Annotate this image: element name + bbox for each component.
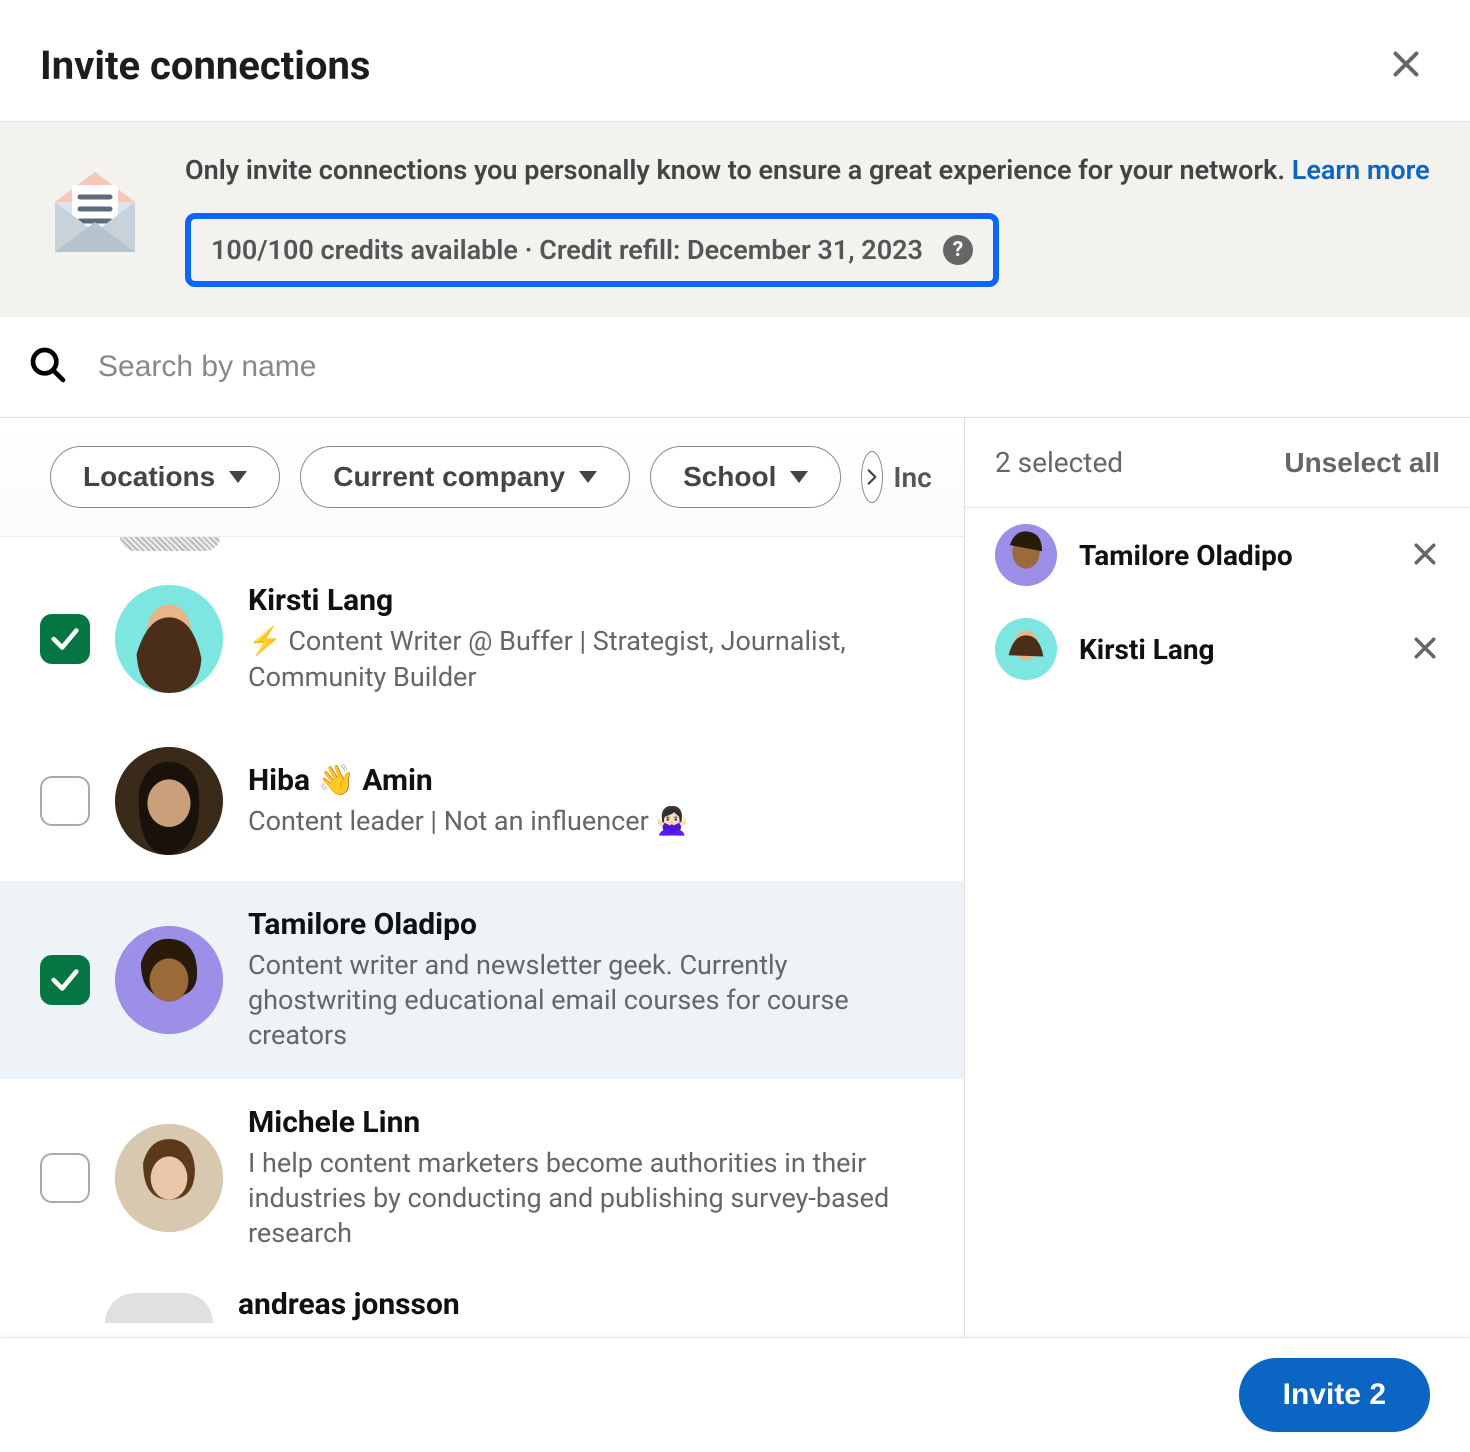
- connections-list[interactable]: Kirsti Lang ⚡ Content Writer @ Buffer | …: [0, 537, 964, 1337]
- filter-label: Locations: [83, 461, 215, 493]
- checkbox[interactable]: [40, 776, 90, 826]
- selected-item: Tamilore Oladipo: [965, 508, 1470, 602]
- search-icon: [28, 345, 68, 389]
- item-text: Kirsti Lang ⚡ Content Writer @ Buffer | …: [248, 583, 934, 694]
- check-icon: [48, 963, 82, 997]
- item-text: andreas jonsson: [238, 1287, 934, 1328]
- avatar: [115, 585, 223, 693]
- checkbox[interactable]: [40, 614, 90, 664]
- filters-row: Locations Current company School Inc: [0, 418, 964, 537]
- close-icon: [1410, 539, 1440, 569]
- selected-count: 2 selected: [995, 446, 1123, 479]
- avatar: [120, 537, 220, 551]
- remove-selected-button[interactable]: [1410, 633, 1440, 666]
- selected-header: 2 selected Unselect all: [965, 418, 1470, 507]
- modal-body: Locations Current company School Inc: [0, 418, 1470, 1337]
- chevron-down-icon: [790, 471, 808, 483]
- filter-current-company[interactable]: Current company: [300, 446, 630, 508]
- connection-name: andreas jonsson: [238, 1287, 934, 1322]
- selected-panel: 2 selected Unselect all Tamilore Oladipo: [965, 418, 1470, 1337]
- item-text: Hiba 👋 Amin Content leader | Not an infl…: [248, 763, 934, 839]
- filter-label: School: [683, 461, 776, 493]
- search-row: [0, 317, 1470, 418]
- invite-connections-modal: Invite connections Only invite connectio…: [0, 0, 1470, 1452]
- modal-footer: Invite 2: [0, 1337, 1470, 1452]
- chevron-down-icon: [229, 471, 247, 483]
- list-item[interactable]: andreas jonsson: [0, 1277, 964, 1328]
- list-item[interactable]: Kirsti Lang ⚡ Content Writer @ Buffer | …: [0, 557, 964, 720]
- unselect-all-button[interactable]: Unselect all: [1284, 447, 1440, 479]
- filter-school[interactable]: School: [650, 446, 841, 508]
- avatar: [995, 618, 1057, 680]
- selected-name: Tamilore Oladipo: [1079, 539, 1388, 572]
- filter-partial: Inc: [893, 461, 931, 494]
- filter-locations[interactable]: Locations: [50, 446, 280, 508]
- connection-desc: Content writer and newsletter geek. Curr…: [248, 948, 934, 1053]
- avatar: [105, 1293, 213, 1323]
- checkbox[interactable]: [40, 1153, 90, 1203]
- avatar: [995, 524, 1057, 586]
- banner-text: Only invite connections you personally k…: [185, 152, 1430, 188]
- item-text: Tamilore Oladipo Content writer and news…: [248, 907, 934, 1053]
- connection-name: Kirsti Lang: [248, 583, 934, 618]
- avatar: [115, 926, 223, 1034]
- selected-list: Tamilore Oladipo Kirsti Lang: [965, 507, 1470, 696]
- check-icon: [48, 622, 82, 656]
- remove-selected-button[interactable]: [1410, 539, 1440, 572]
- filter-label: Current company: [333, 461, 565, 493]
- close-icon: [1410, 633, 1440, 663]
- item-text: Michele Linn I help content marketers be…: [248, 1105, 934, 1251]
- connection-name: Tamilore Oladipo: [248, 907, 934, 942]
- list-item[interactable]: Michele Linn I help content marketers be…: [0, 1079, 964, 1277]
- learn-more-link[interactable]: Learn more: [1292, 154, 1430, 186]
- list-item[interactable]: Tamilore Oladipo Content writer and news…: [0, 881, 964, 1079]
- checkbox[interactable]: [40, 955, 90, 1005]
- scroll-filters-right[interactable]: [861, 451, 883, 503]
- invite-button[interactable]: Invite 2: [1239, 1358, 1430, 1432]
- connection-name: Hiba 👋 Amin: [248, 763, 934, 798]
- banner-message: Only invite connections you personally k…: [185, 154, 1285, 186]
- connection-desc: Content leader | Not an influencer 🙅🏻‍♀️: [248, 804, 934, 839]
- close-button[interactable]: [1382, 40, 1430, 91]
- connection-name: Michele Linn: [248, 1105, 934, 1140]
- chevron-down-icon: [579, 471, 597, 483]
- info-banner: Only invite connections you personally k…: [0, 121, 1470, 317]
- credits-box: 100/100 credits available · Credit refil…: [185, 213, 999, 287]
- connection-desc: I help content marketers become authorit…: [248, 1146, 934, 1251]
- credits-text: 100/100 credits available · Credit refil…: [211, 234, 923, 266]
- selected-name: Kirsti Lang: [1079, 633, 1388, 666]
- list-item[interactable]: Hiba 👋 Amin Content leader | Not an infl…: [0, 721, 964, 881]
- modal-header: Invite connections: [0, 0, 1470, 121]
- envelope-icon: [40, 152, 150, 262]
- banner-body: Only invite connections you personally k…: [185, 152, 1430, 287]
- close-icon: [1388, 46, 1424, 82]
- avatar: [115, 747, 223, 855]
- selected-item: Kirsti Lang: [965, 602, 1470, 696]
- help-icon[interactable]: ?: [943, 235, 973, 265]
- modal-title: Invite connections: [40, 42, 370, 89]
- connection-desc: ⚡ Content Writer @ Buffer | Strategist, …: [248, 624, 934, 694]
- connections-panel: Locations Current company School Inc: [0, 418, 965, 1337]
- chevron-right-icon: [862, 467, 882, 487]
- search-input[interactable]: [98, 350, 1442, 384]
- avatar: [115, 1124, 223, 1232]
